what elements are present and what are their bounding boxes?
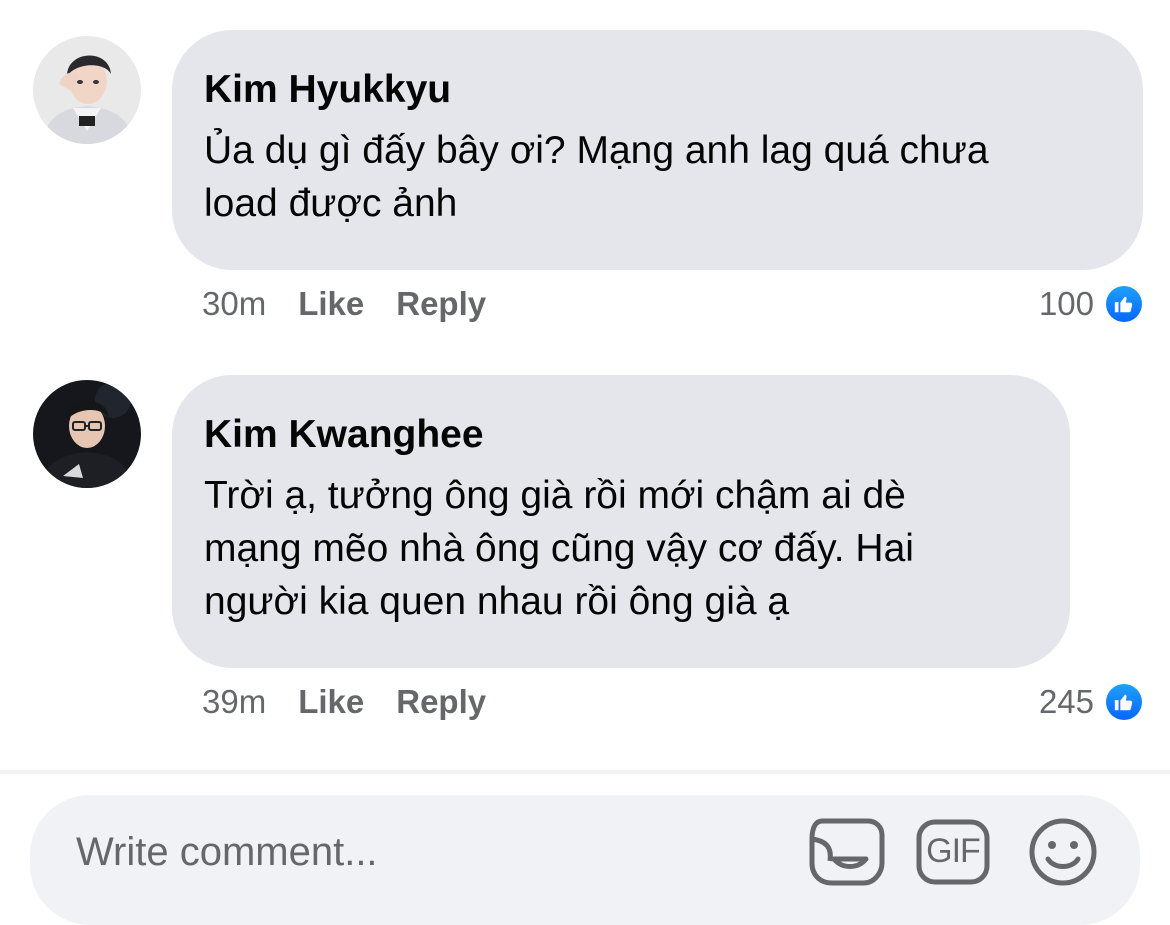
comment-composer: GIF bbox=[30, 795, 1140, 925]
comment-bubble: Kim Kwanghee Trời ạ, tưởng ông già rồi m… bbox=[172, 375, 1070, 668]
comment-time[interactable]: 30m bbox=[202, 285, 266, 323]
avatar[interactable] bbox=[33, 380, 141, 488]
comment-text-line: Ủa dụ gì đấy bây ơi? Mạng anh lag quá ch… bbox=[204, 129, 989, 172]
thumbs-up-icon bbox=[1106, 684, 1142, 720]
comment-text: Trời ạ, tưởng ông già rồi mới chậm ai dè… bbox=[204, 469, 1034, 628]
reaction-summary[interactable]: 245 bbox=[1039, 682, 1142, 722]
gif-label: GIF bbox=[926, 832, 981, 870]
comment-text: Ủa dụ gì đấy bây ơi? Mạng anh lag quá ch… bbox=[204, 124, 1107, 230]
thumbs-up-icon bbox=[1106, 286, 1142, 322]
reply-button[interactable]: Reply bbox=[396, 285, 486, 323]
comment-text-line: người kia quen nhau rồi ông già ạ bbox=[204, 580, 790, 623]
comment-text-line: Trời ạ, tưởng ông già rồi mới chậm ai dè bbox=[204, 474, 906, 517]
reaction-summary[interactable]: 100 bbox=[1039, 284, 1142, 324]
comment-text-line: load được ảnh bbox=[204, 182, 458, 225]
comment-author[interactable]: Kim Hyukkyu bbox=[204, 66, 1107, 114]
comment-input[interactable] bbox=[74, 829, 778, 876]
like-button[interactable]: Like bbox=[298, 683, 364, 721]
comment-actions: 39m Like Reply bbox=[202, 682, 486, 722]
comment-actions: 30m Like Reply bbox=[202, 284, 486, 324]
emoji-icon[interactable] bbox=[1028, 817, 1098, 892]
sticker-icon[interactable] bbox=[808, 817, 886, 892]
comment-author[interactable]: Kim Kwanghee bbox=[204, 411, 1034, 459]
comment-text-line: mạng mẽo nhà ông cũng vậy cơ đấy. Hai bbox=[204, 527, 914, 570]
reply-button[interactable]: Reply bbox=[396, 683, 486, 721]
reaction-count: 100 bbox=[1038, 285, 1094, 322]
comment-bubble: Kim Hyukkyu Ủa dụ gì đấy bây ơi? Mạng an… bbox=[172, 30, 1143, 270]
divider bbox=[0, 770, 1170, 774]
comment-time[interactable]: 39m bbox=[202, 683, 266, 721]
avatar[interactable] bbox=[33, 36, 141, 144]
reaction-count: 245 bbox=[1038, 683, 1094, 720]
like-button[interactable]: Like bbox=[298, 285, 364, 323]
